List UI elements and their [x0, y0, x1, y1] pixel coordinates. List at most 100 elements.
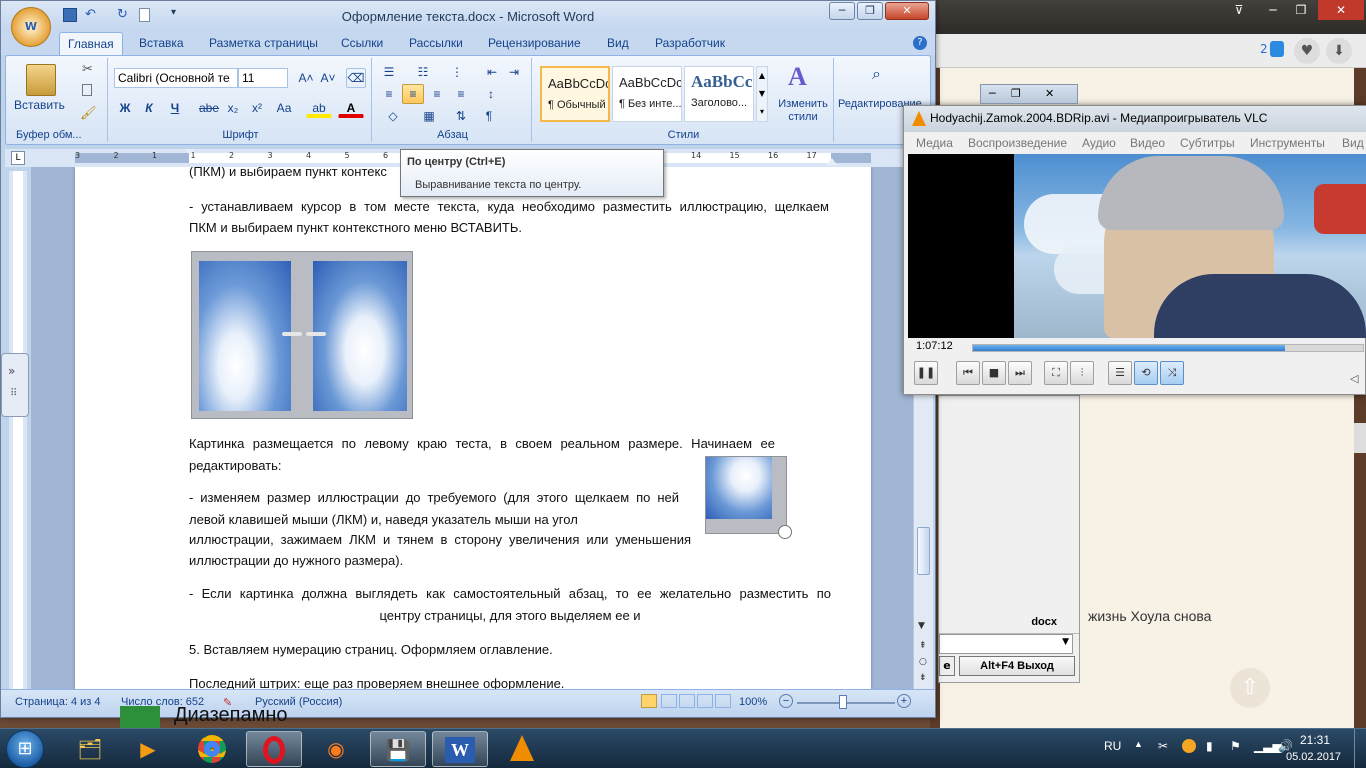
dialog-left-button[interactable]: е [939, 656, 955, 676]
superscript-button[interactable]: x² [246, 98, 268, 118]
tab-page-layout[interactable]: Разметка страницы [209, 36, 318, 50]
minimize-button[interactable]: ─ [829, 2, 855, 20]
menu-audio[interactable]: Аудио [1082, 136, 1116, 150]
line-spacing-icon[interactable]: ↕ [478, 84, 504, 104]
close-icon[interactable]: ✕ [1045, 87, 1054, 100]
web-layout-icon[interactable] [679, 694, 695, 708]
bold-button[interactable]: Ж [114, 98, 136, 118]
print-layout-icon[interactable] [641, 694, 657, 708]
video-frame[interactable] [908, 154, 1366, 338]
strikethrough-button[interactable]: abe [198, 98, 220, 118]
zoom-level[interactable]: 100% [739, 696, 767, 708]
draft-icon[interactable] [715, 694, 731, 708]
opera-icon[interactable] [246, 731, 302, 767]
tab-selector-icon[interactable]: L [11, 151, 25, 165]
zoom-out-icon[interactable]: − [779, 694, 793, 708]
download-icon[interactable]: ⬇ [1326, 38, 1352, 64]
menu-media[interactable]: Медиа [916, 136, 953, 150]
start-button[interactable]: ⊞ [6, 730, 44, 768]
minimize-icon[interactable]: ─ [989, 87, 996, 100]
scroll-up-icon[interactable]: ⇧ [1230, 668, 1270, 708]
font-size-combo[interactable]: 11 [238, 68, 288, 88]
browser-address-bar[interactable]: 2 ♥ ⬇ [930, 34, 1366, 68]
save-disk-icon[interactable]: 💾 [370, 731, 426, 767]
style-no-spacing[interactable]: AaBbCcDc ¶ Без инте... [612, 66, 682, 122]
help-icon[interactable]: ? [913, 36, 927, 50]
numbering-icon[interactable]: ☷ [412, 62, 434, 82]
device-icon[interactable]: ▮ [1206, 739, 1213, 753]
close-button[interactable]: ✕ [885, 2, 929, 20]
browser-scrollbar[interactable] [1354, 423, 1366, 453]
tab-insert[interactable]: Вставка [139, 36, 184, 50]
browse-object-icon[interactable]: ○ [919, 657, 927, 667]
format-painter-icon[interactable]: 🖌 [80, 106, 97, 121]
office-button[interactable]: W [11, 7, 51, 47]
binoculars-icon[interactable]: ⌕ [872, 64, 881, 84]
dialog-dropdown[interactable]: ▼ [939, 634, 1073, 654]
full-screen-icon[interactable] [661, 694, 677, 708]
font-name-combo[interactable]: Calibri (Основной те [114, 68, 238, 88]
clock-date[interactable]: 05.02.2017 [1286, 751, 1341, 763]
tab-mailings[interactable]: Рассылки [409, 36, 463, 50]
browser-minimize-button[interactable]: ─ [1260, 0, 1286, 20]
tools-icon[interactable]: ✂ [1158, 739, 1168, 753]
language-indicator[interactable]: RU [1104, 739, 1121, 753]
zoom-in-icon[interactable]: + [897, 694, 911, 708]
copy-icon[interactable] [82, 84, 92, 96]
bullets-icon[interactable]: ☰ [378, 62, 400, 82]
first-line-indent-marker[interactable] [185, 149, 195, 155]
scroll-down-icon[interactable]: ▼ [918, 621, 925, 631]
browser-restore-button[interactable]: ❐ [1288, 0, 1314, 20]
document-page[interactable]: (ПКМ) и выбираем пункт контекс - устанав… [75, 167, 871, 689]
vertical-ruler[interactable] [9, 171, 27, 691]
grow-font-button[interactable]: A˄ [296, 68, 316, 88]
highlight-icon[interactable]: ab [306, 98, 332, 118]
outline-icon[interactable] [697, 694, 713, 708]
change-case-button[interactable]: Аа [270, 98, 298, 118]
scroll-thumb[interactable] [917, 527, 930, 575]
tab-references[interactable]: Ссылки [341, 36, 383, 50]
clock-time[interactable]: 21:31 [1300, 733, 1330, 747]
menu-video[interactable]: Видео [1130, 136, 1165, 150]
change-styles-icon[interactable]: A [788, 62, 807, 92]
paste-icon[interactable] [26, 64, 56, 96]
word-taskbar-icon[interactable]: W [432, 731, 488, 767]
show-desktop-button[interactable] [1354, 729, 1366, 768]
zoom-thumb[interactable] [839, 695, 847, 709]
tab-review[interactable]: Рецензирование [488, 36, 581, 50]
font-color-icon[interactable]: A [338, 98, 364, 118]
previous-button[interactable]: ⏮ [956, 361, 980, 385]
next-page-icon[interactable]: ⇟ [919, 673, 927, 683]
media-player-icon[interactable]: ▶ [120, 731, 176, 767]
loop-button[interactable]: ⟲ [1134, 361, 1158, 385]
menu-view[interactable]: Вид [1342, 136, 1364, 150]
multilevel-list-icon[interactable]: ⋮ [446, 62, 468, 82]
align-left-icon[interactable]: ≡ [378, 84, 400, 104]
style-normal[interactable]: AaBbCcDc ¶ Обычный [540, 66, 610, 122]
browser-close-button[interactable]: ✕ [1318, 0, 1364, 20]
show-marks-icon[interactable]: ¶ [478, 106, 500, 126]
tab-developer[interactable]: Разработчик [655, 36, 725, 50]
align-center-icon[interactable]: ≡ [402, 84, 424, 104]
change-styles-button[interactable]: Изменить стили [770, 98, 836, 124]
shrink-font-button[interactable]: A˅ [318, 68, 338, 88]
cut-icon[interactable]: ✂ [82, 62, 93, 77]
justify-icon[interactable]: ≡ [450, 84, 472, 104]
menu-subtitles[interactable]: Субтитры [1180, 136, 1235, 150]
underline-button[interactable]: Ч [164, 98, 186, 118]
seek-bar[interactable] [972, 344, 1364, 352]
style-heading[interactable]: AaBbCc Заголово... [684, 66, 754, 122]
tab-home[interactable]: Главная [59, 32, 123, 56]
styles-scroll[interactable]: ▲ ▼ ▾ [756, 66, 768, 122]
tray-expand-icon[interactable]: ▲ [1134, 739, 1143, 749]
explorer-icon[interactable]: 🗂 [62, 731, 118, 767]
page-count[interactable]: Страница: 4 из 4 [15, 696, 101, 708]
menu-playback[interactable]: Воспроизведение [968, 136, 1067, 150]
maximize-button[interactable]: ❐ [857, 2, 883, 20]
resize-handle[interactable] [778, 525, 792, 539]
side-panel-handle[interactable]: » ⠿ [1, 353, 29, 417]
avast-icon[interactable] [1182, 739, 1196, 753]
equalizer-button[interactable]: ⫶ [1070, 361, 1094, 385]
tab-view[interactable]: Вид [607, 36, 629, 50]
pause-button[interactable]: ❚❚ [914, 361, 938, 385]
